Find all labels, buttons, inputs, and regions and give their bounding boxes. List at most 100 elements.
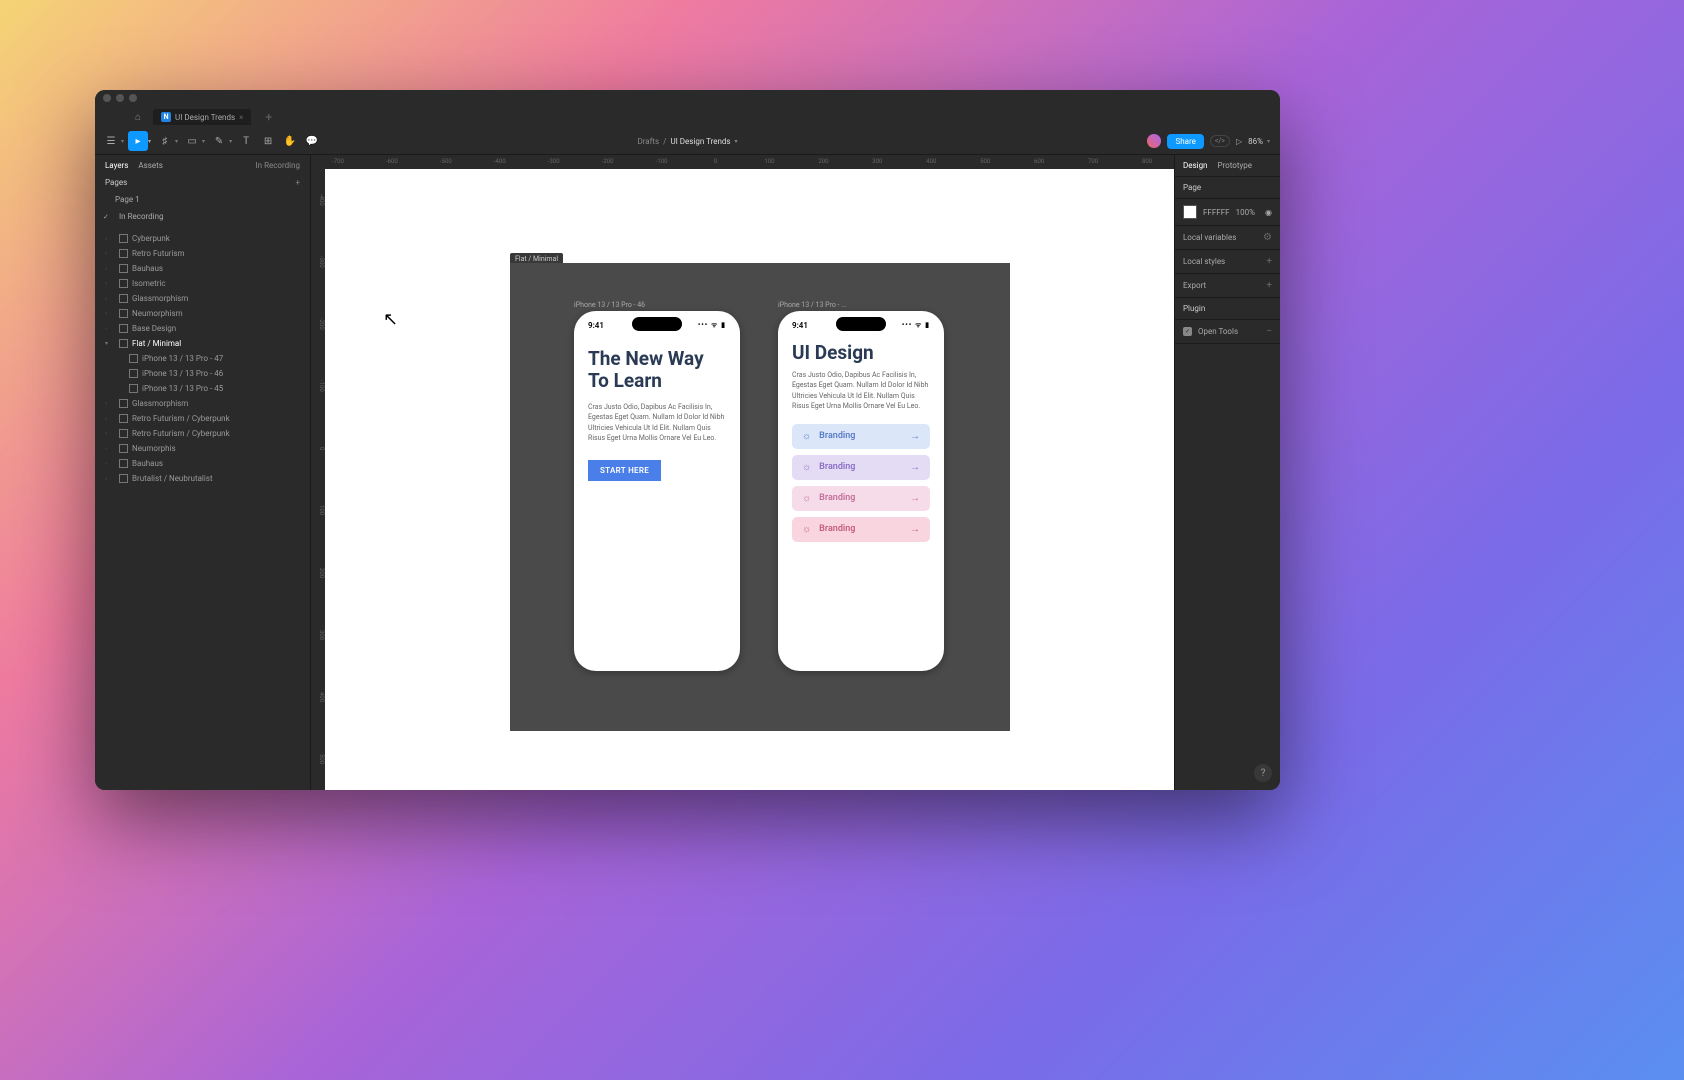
settings-icon[interactable]: ⚙ <box>1263 232 1272 243</box>
frame-icon <box>119 339 128 348</box>
headline: The New Way To Learn <box>588 348 726 392</box>
phone-mockup-2[interactable]: 9:41 ••• ᯤ ▮ UI Design Cras Justo Odio, … <box>778 311 944 671</box>
tab-design[interactable]: Design <box>1183 161 1207 170</box>
layer-row[interactable]: Base Design <box>95 321 310 336</box>
category-card[interactable]: ☼Branding→ <box>792 455 930 480</box>
layer-row[interactable]: iPhone 13 / 13 Pro - 45 <box>95 381 310 396</box>
add-page-icon[interactable]: + <box>295 178 300 187</box>
breadcrumb[interactable]: Drafts / UI Design Trends ▾ <box>637 137 737 146</box>
notch <box>836 317 886 331</box>
page-row[interactable]: Page 1 <box>95 191 310 208</box>
layer-row[interactable]: Flat / Minimal <box>95 336 310 351</box>
color-swatch[interactable] <box>1183 205 1197 219</box>
menu-icon[interactable]: ☰ <box>101 131 121 151</box>
text-tool[interactable]: T <box>236 131 256 151</box>
share-button[interactable]: Share <box>1167 134 1203 149</box>
category-card[interactable]: ☼Branding→ <box>792 517 930 542</box>
move-tool[interactable]: ▸ <box>128 131 148 151</box>
file-tab[interactable]: N UI Design Trends × <box>153 109 251 125</box>
traffic-light-close[interactable] <box>103 94 111 102</box>
page-row[interactable]: In Recording <box>95 208 310 225</box>
layer-row[interactable]: Bauhaus <box>95 261 310 276</box>
layer-row[interactable]: Neumorphis <box>95 441 310 456</box>
shape-tool[interactable]: ▭ <box>182 131 202 151</box>
chevron-down-icon[interactable]: ▾ <box>735 138 738 145</box>
home-icon[interactable]: ⌂ <box>135 112 141 123</box>
traffic-light-min[interactable] <box>116 94 124 102</box>
ruler-horizontal: -700-600-500-400-300-200-100010020030040… <box>311 155 1174 169</box>
body-copy: Cras Justo Odio, Dapibus Ac Facilisis In… <box>588 402 726 444</box>
layer-row[interactable]: Retro Futurism <box>95 246 310 261</box>
breadcrumb-current[interactable]: UI Design Trends <box>670 137 730 146</box>
comment-tool[interactable]: 💬 <box>302 131 322 151</box>
layer-row[interactable]: Cyberpunk <box>95 231 310 246</box>
category-card[interactable]: ☼Branding→ <box>792 486 930 511</box>
present-icon[interactable]: ▷ <box>1236 137 1242 146</box>
arrow-right-icon: → <box>910 524 920 535</box>
layer-row[interactable]: Retro Futurism / Cyberpunk <box>95 411 310 426</box>
layer-row[interactable]: Bauhaus <box>95 456 310 471</box>
traffic-light-max[interactable] <box>129 94 137 102</box>
avatar[interactable] <box>1147 134 1161 148</box>
local-variables-row[interactable]: Local variables ⚙ <box>1175 226 1280 250</box>
tab-assets[interactable]: Assets <box>138 161 162 170</box>
tab-prototype[interactable]: Prototype <box>1217 161 1251 170</box>
phone-mockup-1[interactable]: 9:41 ••• ᯤ ▮ The New Way To Learn Cras J… <box>574 311 740 671</box>
tab-strip: ⌂ N UI Design Trends × + <box>95 106 1280 128</box>
zoom-level[interactable]: 86% <box>1248 137 1263 146</box>
signal-wifi-battery-icon: ••• ᯤ ▮ <box>698 321 726 330</box>
plus-icon[interactable]: + <box>1266 256 1272 267</box>
help-button[interactable]: ? <box>1254 764 1272 782</box>
layer-row[interactable]: Neumorphism <box>95 306 310 321</box>
left-panel-tabs: Layers Assets In Recording <box>95 155 310 174</box>
eye-icon[interactable]: ◉ <box>1265 208 1272 217</box>
export-row[interactable]: Export + <box>1175 274 1280 298</box>
new-tab-button[interactable]: + <box>259 110 278 124</box>
lightbulb-icon: ☼ <box>802 493 811 504</box>
layer-row[interactable]: Isometric <box>95 276 310 291</box>
page-fill-row[interactable]: FFFFFF 100% ◉ <box>1175 199 1280 226</box>
frame-icon <box>119 399 128 408</box>
local-styles-row[interactable]: Local styles + <box>1175 250 1280 274</box>
frame-icon <box>119 324 128 333</box>
pages-header[interactable]: Pages + <box>95 174 310 191</box>
layer-row[interactable]: Brutalist / Neubrutalist <box>95 471 310 486</box>
dev-mode-toggle[interactable]: </> <box>1210 135 1230 147</box>
layer-row[interactable]: iPhone 13 / 13 Pro - 47 <box>95 351 310 366</box>
layer-row[interactable]: Retro Futurism / Cyberpunk <box>95 426 310 441</box>
frame-icon <box>129 384 138 393</box>
frame-flat-minimal[interactable]: iPhone 13 / 13 Pro - 46 9:41 ••• ᯤ ▮ The… <box>510 263 1010 731</box>
ruler-vertical: -400-300-200-1000100200300400500 <box>311 169 325 790</box>
frame-tool[interactable]: ♯ <box>155 131 175 151</box>
toolbar: ☰▾ ▸▾ ♯▾ ▭▾ ✎▾ T ⊞ ✋ 💬 Drafts / UI Desig… <box>95 128 1280 155</box>
canvas[interactable]: -700-600-500-400-300-200-100010020030040… <box>311 155 1174 790</box>
checkbox-icon[interactable]: ✓ <box>1183 327 1192 336</box>
titlebar <box>95 90 1280 106</box>
minus-icon[interactable]: − <box>1266 326 1272 337</box>
signal-wifi-battery-icon: ••• ᯤ ▮ <box>902 321 930 330</box>
plus-icon[interactable]: + <box>1266 280 1272 291</box>
body-copy: Cras Justo Odio, Dapibus Ac Facilisis In… <box>792 370 930 412</box>
lightbulb-icon: ☼ <box>802 462 811 473</box>
layer-row[interactable]: iPhone 13 / 13 Pro - 46 <box>95 366 310 381</box>
layer-row[interactable]: Glassmorphism <box>95 396 310 411</box>
frame-label[interactable]: iPhone 13 / 13 Pro - ... <box>778 301 847 309</box>
category-card[interactable]: ☼Branding→ <box>792 424 930 449</box>
plugin-row[interactable]: ✓ Open Tools − <box>1175 320 1280 344</box>
headline: UI Design <box>792 342 930 364</box>
frame-label[interactable]: iPhone 13 / 13 Pro - 46 <box>574 301 645 309</box>
right-panel: Design Prototype Page FFFFFF 100% ◉ Loca… <box>1174 155 1280 790</box>
frame-icon <box>119 444 128 453</box>
resources-tool[interactable]: ⊞ <box>258 131 278 151</box>
layer-row[interactable]: Glassmorphism <box>95 291 310 306</box>
pen-tool[interactable]: ✎ <box>209 131 229 151</box>
viewport[interactable]: Flat / Minimal iPhone 13 / 13 Pro - 46 9… <box>325 169 1174 790</box>
breadcrumb-parent[interactable]: Drafts <box>637 137 659 146</box>
recording-indicator: In Recording <box>255 161 300 170</box>
plugin-header: Plugin <box>1175 298 1280 320</box>
cta-button[interactable]: START HERE <box>588 460 661 481</box>
close-icon[interactable]: × <box>239 113 243 122</box>
arrow-right-icon: → <box>910 493 920 504</box>
tab-layers[interactable]: Layers <box>105 161 128 170</box>
hand-tool[interactable]: ✋ <box>280 131 300 151</box>
